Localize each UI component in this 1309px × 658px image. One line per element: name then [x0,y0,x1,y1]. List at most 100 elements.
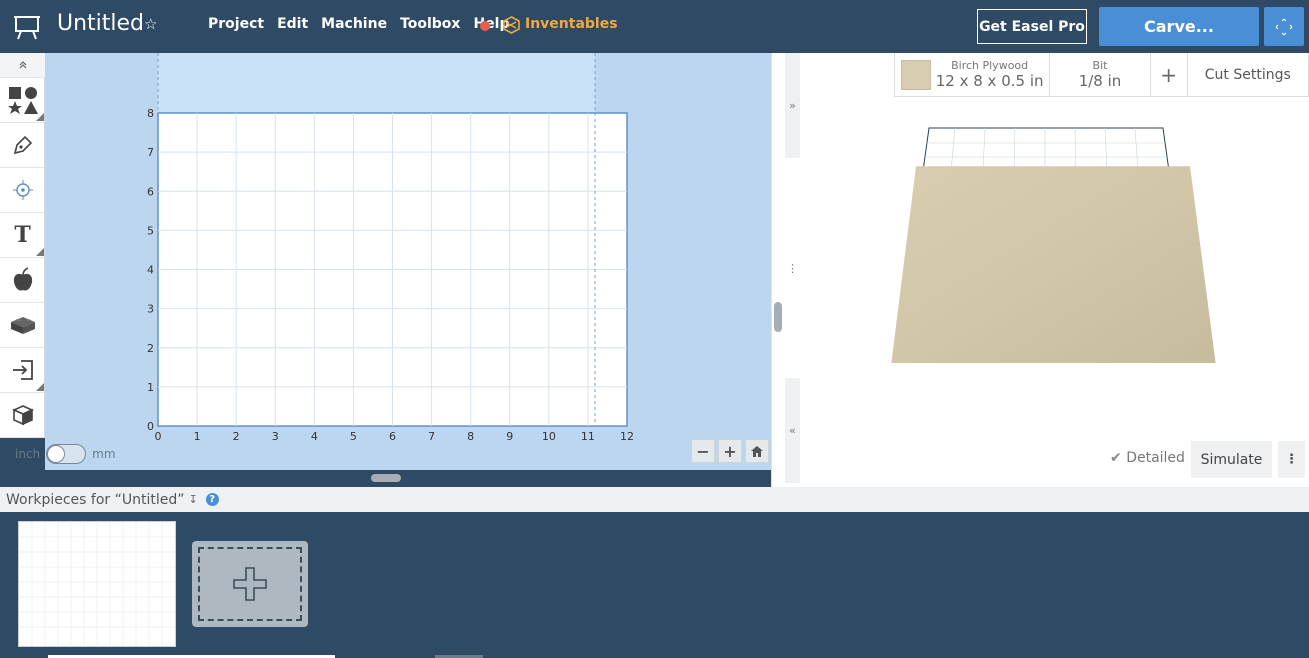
y-tick-label: 8 [147,107,154,120]
expand-arrows-icon [1275,18,1293,35]
preview-panel: Birch Plywood 12 x 8 x 0.5 in Bit 1/8 in… [800,53,1309,487]
bit-selector[interactable]: Bit 1/8 in [1050,53,1151,96]
drag-handle-icon: ⋮ [787,261,798,275]
y-tick-label: 7 [147,146,154,159]
shapes-icon [7,87,38,114]
zoom-in-button[interactable]: + [718,439,742,463]
add-bit-button[interactable]: + [1151,53,1188,96]
horizontal-scrollbar[interactable] [371,474,401,482]
apps-tool[interactable] [0,303,45,348]
material-name: Birch Plywood [951,59,1029,72]
text-icon: T [14,222,31,248]
resize-handle[interactable]: ⋮ [785,253,800,283]
expand-right-tab[interactable]: » [785,53,800,158]
import-tool[interactable] [0,348,45,393]
submenu-corner-icon [36,113,44,121]
material-swatch [900,59,931,90]
add-workpiece-button[interactable] [192,541,308,627]
inventables-link[interactable]: Inventables [525,16,618,32]
box-icon [11,405,34,426]
workpieces-header: Workpieces for “Untitled” ↧ ? [0,487,1309,512]
easel-logo-icon[interactable] [13,12,41,40]
design-canvas[interactable]: 0 1 2 3 4 5 6 7 8 9 10 11 12 012345678 [45,53,771,470]
top-bar: Untitled ☆ Project Edit Machine Toolbox … [0,0,1309,53]
simulate-button[interactable]: Simulate [1191,441,1272,478]
expand-left-tab[interactable]: « [785,378,800,483]
shapes-tool[interactable] [0,78,45,123]
x-tick-label: 9 [506,430,513,443]
x-tick-label: 11 [581,430,595,443]
carve-button[interactable]: Carve... [1099,7,1259,46]
unit-inch-label: inch [15,446,41,461]
double-chevron-left-icon: « [789,424,796,437]
x-tick-label: 7 [428,430,435,443]
x-tick-label: 3 [272,430,279,443]
double-chevron-right-icon: » [789,99,796,112]
y-tick-label: 2 [147,342,154,355]
menu-edit[interactable]: Edit [277,16,308,32]
favorite-star-icon[interactable]: ☆ [144,15,157,33]
y-tick-label: 1 [147,381,154,394]
workpieces-strip [0,512,1309,658]
plus-icon [233,567,267,601]
panel-splitter: » ⋮ « [771,53,800,487]
workpiece-grid-preview [19,522,175,646]
zoom-out-button[interactable]: − [691,439,715,463]
left-toolbar: T [0,53,45,438]
target-icon [12,180,33,200]
menu-toolbox[interactable]: Toolbox [400,16,460,32]
y-tick-label: 5 [147,224,154,237]
expand-view-button[interactable] [1264,7,1304,46]
y-tick-label: 6 [147,185,154,198]
unit-switch[interactable] [46,443,87,464]
submenu-corner-icon [36,248,44,256]
x-tick-label: 10 [542,430,556,443]
unit-toggle: inch mm [15,437,175,470]
notification-dot-icon [480,21,490,31]
bit-value: 1/8 in [1078,72,1122,90]
get-easel-pro-button[interactable]: Get Easel Pro [977,9,1087,44]
x-tick-label: 6 [389,430,396,443]
workpieces-title[interactable]: Workpieces for “Untitled” [6,492,184,508]
inventables-logo-icon[interactable] [503,16,520,34]
material-dimensions: 12 x 8 x 0.5 in [935,72,1044,90]
pen-tool[interactable] [0,123,45,168]
detailed-toggle[interactable]: ✔ Detailed [1110,450,1185,466]
menu-project[interactable]: Project [208,16,264,32]
3d-tool[interactable] [0,393,45,438]
3d-board-preview[interactable] [885,123,1225,363]
menu-machine[interactable]: Machine [321,16,387,32]
workpiece-thumbnail[interactable] [18,521,176,647]
text-tool[interactable]: T [0,213,45,258]
cut-settings-button[interactable]: Cut Settings [1188,53,1308,96]
target-tool[interactable] [0,168,45,213]
vertical-scrollbar[interactable] [774,302,782,332]
import-icon [12,360,33,380]
x-tick-label: 5 [350,430,357,443]
document-title[interactable]: Untitled [57,11,144,36]
more-options-button[interactable]: ⋮ [1278,441,1305,478]
material-selector[interactable]: Birch Plywood 12 x 8 x 0.5 in [895,53,1051,96]
x-tick-label: 12 [620,430,634,443]
zoom-controls: − + [691,439,769,463]
x-tick-label: 2 [233,430,240,443]
chevron-up-icon [19,61,26,69]
pen-icon [13,135,32,155]
apps-icon [10,317,35,334]
unit-switch-knob[interactable] [47,444,66,463]
submenu-corner-icon [36,383,44,391]
apple-icon [13,267,32,291]
collapse-toolbar-button[interactable] [0,53,45,78]
x-tick-label: 4 [311,430,318,443]
y-tick-label: 0 [147,420,154,433]
icon-library-tool[interactable] [0,258,45,303]
y-tick-label: 4 [147,264,154,277]
unit-mm-label: mm [92,446,116,461]
help-icon[interactable]: ? [205,493,219,506]
home-icon [751,445,763,457]
detailed-label: Detailed [1126,450,1185,466]
bit-label: Bit [1092,59,1108,72]
x-tick-label: 8 [467,430,474,443]
chevron-down-icon[interactable]: ↧ [188,493,197,506]
home-view-button[interactable] [745,439,769,463]
